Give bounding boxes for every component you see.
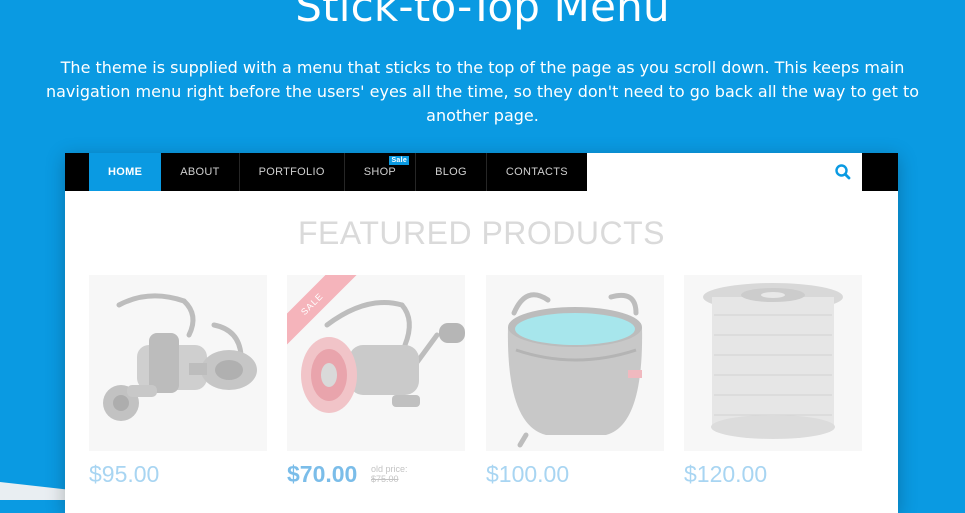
nav-item-label: HOME [108, 166, 143, 178]
nav-item-label: BLOG [435, 166, 467, 178]
product-price: $70.00 [287, 461, 358, 487]
product-card[interactable]: SALE $70.00 old price: $75.00 [287, 275, 465, 487]
search-button[interactable] [833, 162, 853, 182]
old-price-value: $75.00 [371, 474, 399, 484]
old-price-label: old price: [371, 464, 408, 474]
product-price: $120.00 [684, 461, 768, 487]
nav-item-portfolio[interactable]: PORTFOLIO [240, 153, 345, 191]
hero-title: Stick-to-Top Menu [295, 0, 670, 31]
nav-item-home[interactable]: HOME [89, 153, 162, 191]
menu-bar-left-edge [65, 153, 89, 191]
nav-item-label: SHOP [363, 166, 397, 178]
nav-item-about[interactable]: ABOUT [161, 153, 240, 191]
nav-item-blog[interactable]: BLOG [416, 153, 487, 191]
product-image-reel-red[interactable]: SALE [287, 275, 465, 451]
product-price: $95.00 [89, 461, 160, 487]
product-image-line-spool[interactable] [684, 275, 862, 451]
nav-item-contacts[interactable]: CONTACTS [487, 153, 587, 191]
hero-description: The theme is supplied with a menu that s… [45, 58, 920, 125]
product-image-bucket[interactable] [486, 275, 664, 451]
old-price: old price: $75.00 [371, 464, 408, 484]
main-navigation: HOME ABOUT PORTFOLIO SHOP Sale BLOG CONTA… [89, 153, 587, 191]
sticky-menu-bar: HOME ABOUT PORTFOLIO SHOP Sale BLOG CONTA… [65, 153, 898, 191]
product-image-reel-black[interactable] [89, 275, 267, 451]
product-card[interactable]: $95.00 [89, 275, 267, 487]
menu-bar-right-edge [862, 153, 898, 191]
featured-products-heading: FEATURED PRODUCTS [297, 215, 666, 251]
nav-item-label: CONTACTS [505, 166, 568, 178]
product-card[interactable]: $100.00 [486, 275, 664, 487]
sale-badge: Sale [389, 156, 410, 165]
nav-item-label: PORTFOLIO [258, 166, 325, 178]
product-price: $100.00 [486, 461, 570, 487]
nav-item-label: ABOUT [180, 166, 220, 178]
nav-item-shop[interactable]: SHOP Sale [345, 153, 417, 191]
product-card[interactable]: $120.00 [684, 275, 862, 487]
search-icon [835, 164, 851, 180]
site-preview-frame: HOME ABOUT PORTFOLIO SHOP Sale BLOG CONTA… [65, 153, 898, 513]
